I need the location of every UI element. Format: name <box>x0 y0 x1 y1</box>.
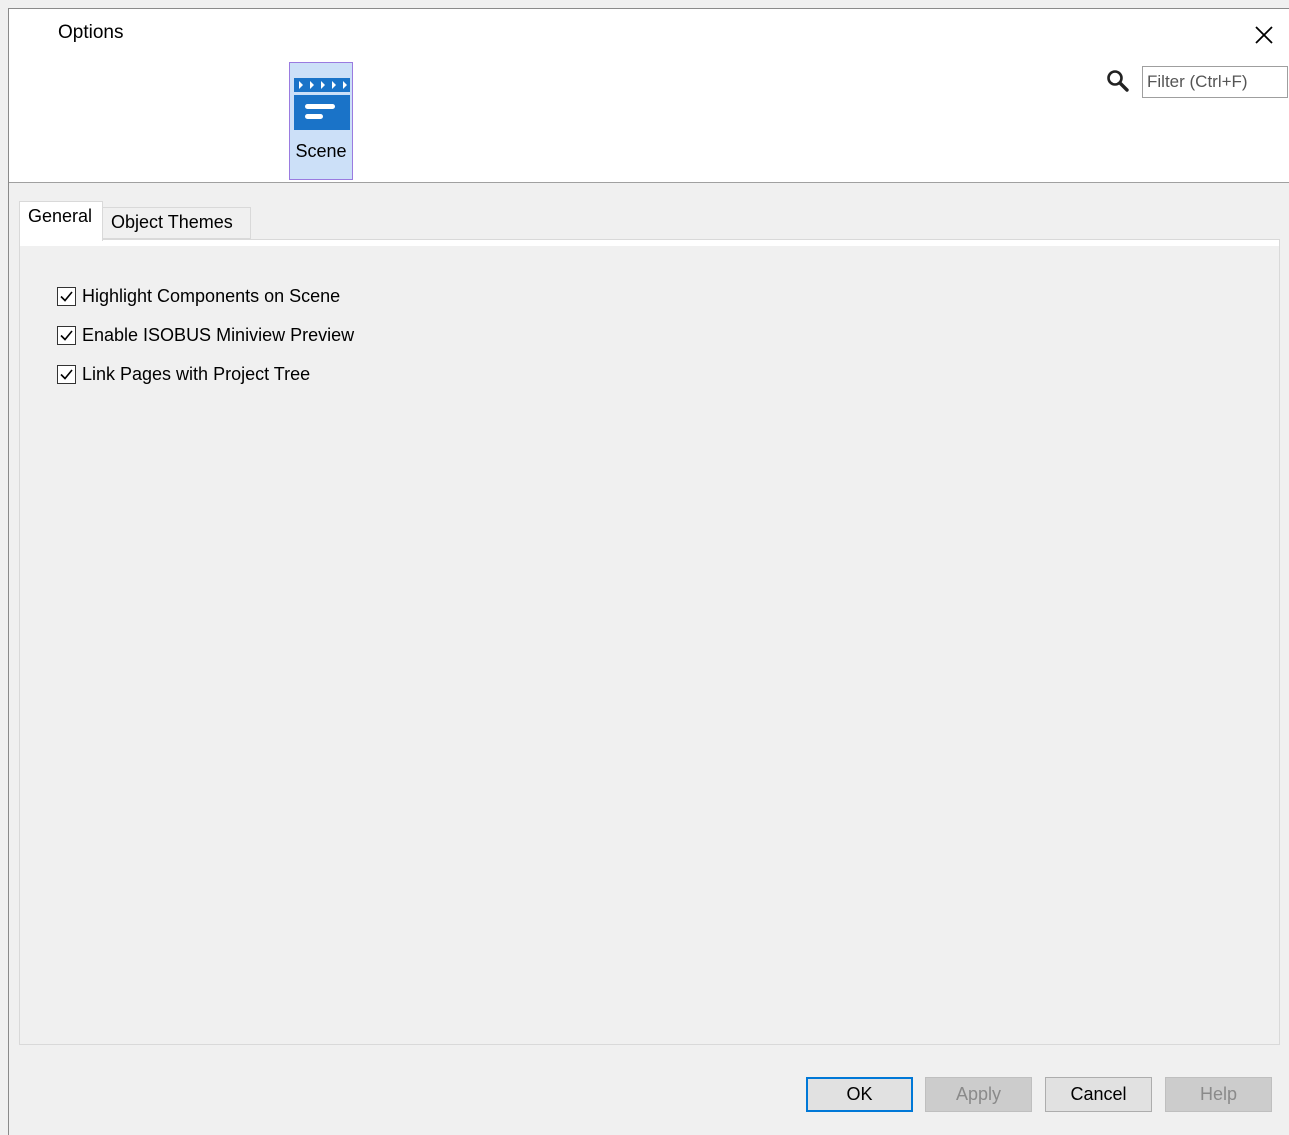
search-icon <box>1107 70 1129 92</box>
tab-object-themes[interactable]: Object Themes <box>103 207 251 239</box>
general-panel: Highlight Components on Scene Enable ISO… <box>19 239 1280 1045</box>
checkbox[interactable] <box>57 286 76 306</box>
option-enable-isobus-miniview[interactable]: Enable ISOBUS Miniview Preview <box>57 323 354 347</box>
checkmark-icon <box>60 368 73 380</box>
option-label: Enable ISOBUS Miniview Preview <box>82 324 355 345</box>
cancel-button[interactable]: Cancel <box>1045 1077 1152 1112</box>
help-button[interactable]: Help <box>1165 1077 1272 1112</box>
option-label: Highlight Components on Scene <box>82 285 341 306</box>
scene-icon <box>294 78 350 130</box>
checkmark-icon <box>60 329 73 341</box>
options-dialog: Options Scene Filter (Ctrl+F) General Ob… <box>8 8 1289 1135</box>
checkbox[interactable] <box>57 325 76 345</box>
close-button[interactable] <box>1252 23 1276 47</box>
filter-input[interactable] <box>1142 66 1288 98</box>
category-scene[interactable]: Scene <box>289 62 353 180</box>
option-highlight-components[interactable]: Highlight Components on Scene <box>57 284 340 308</box>
dialog-title: Options <box>58 22 124 43</box>
tab-general[interactable]: General <box>19 201 103 241</box>
apply-button[interactable]: Apply <box>925 1077 1032 1112</box>
close-icon <box>1255 26 1273 44</box>
category-label: Scene <box>295 141 347 161</box>
ok-button[interactable]: OK <box>806 1077 913 1112</box>
checkmark-icon <box>60 290 73 302</box>
option-label: Link Pages with Project Tree <box>82 363 311 384</box>
dialog-header: Options Scene <box>9 9 1289 183</box>
option-link-pages[interactable]: Link Pages with Project Tree <box>57 362 310 386</box>
checkbox[interactable] <box>57 364 76 384</box>
